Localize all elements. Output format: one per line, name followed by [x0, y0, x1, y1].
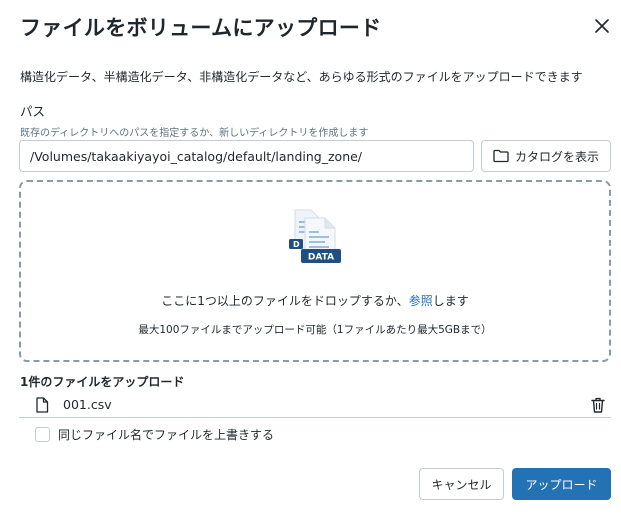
upload-dialog: ファイルをボリュームにアップロード 構造化データ、半構造化データ、非構造化データ… [0, 0, 621, 520]
dialog-title: ファイルをボリュームにアップロード [20, 16, 382, 40]
remove-file-button[interactable] [589, 396, 607, 414]
upload-button[interactable]: アップロード [512, 468, 611, 500]
path-input[interactable] [19, 140, 474, 172]
folder-icon [493, 149, 509, 163]
svg-text:D: D [293, 240, 300, 249]
file-dropzone[interactable]: D DATA ここに1つ以上のファイルをドロップするか、参照します 最大100フ… [19, 180, 611, 362]
dropzone-text-after: します [432, 294, 469, 308]
file-list-item: 001.csv [19, 392, 611, 418]
trash-icon [591, 397, 605, 413]
dialog-description: 構造化データ、半構造化データ、非構造化データなど、あらゆる形式のファイルをアップ… [20, 70, 583, 84]
data-file-icon: D DATA [289, 209, 341, 263]
path-hint: 既存のディレクトリへのパスを指定するか、新しいディレクトリを作成します [20, 128, 369, 139]
overwrite-checkbox[interactable] [35, 427, 50, 442]
dropzone-limit-text: 最大100ファイルまでアップロード可能（1ファイルあたり最大5GBまで） [138, 324, 492, 336]
browse-catalog-label: カタログを表示 [514, 149, 599, 164]
path-label: パス [20, 104, 46, 119]
overwrite-label: 同じファイル名でファイルを上書きする [58, 428, 275, 442]
browse-link[interactable]: 参照 [409, 294, 433, 308]
dropzone-text-before: ここに1つ以上のファイルをドロップするか、 [161, 294, 409, 308]
data-badge-text: DATA [308, 253, 334, 263]
file-name: 001.csv [63, 397, 112, 412]
file-icon [35, 396, 49, 413]
overwrite-option: 同じファイル名でファイルを上書きする [35, 426, 274, 443]
cancel-button[interactable]: キャンセル [419, 468, 504, 500]
files-heading: 1件のファイルをアップロード [20, 375, 185, 389]
close-button[interactable] [590, 14, 614, 38]
dropzone-text: ここに1つ以上のファイルをドロップするか、参照します [21, 292, 609, 309]
browse-catalog-button[interactable]: カタログを表示 [481, 140, 611, 172]
close-icon [595, 19, 609, 33]
